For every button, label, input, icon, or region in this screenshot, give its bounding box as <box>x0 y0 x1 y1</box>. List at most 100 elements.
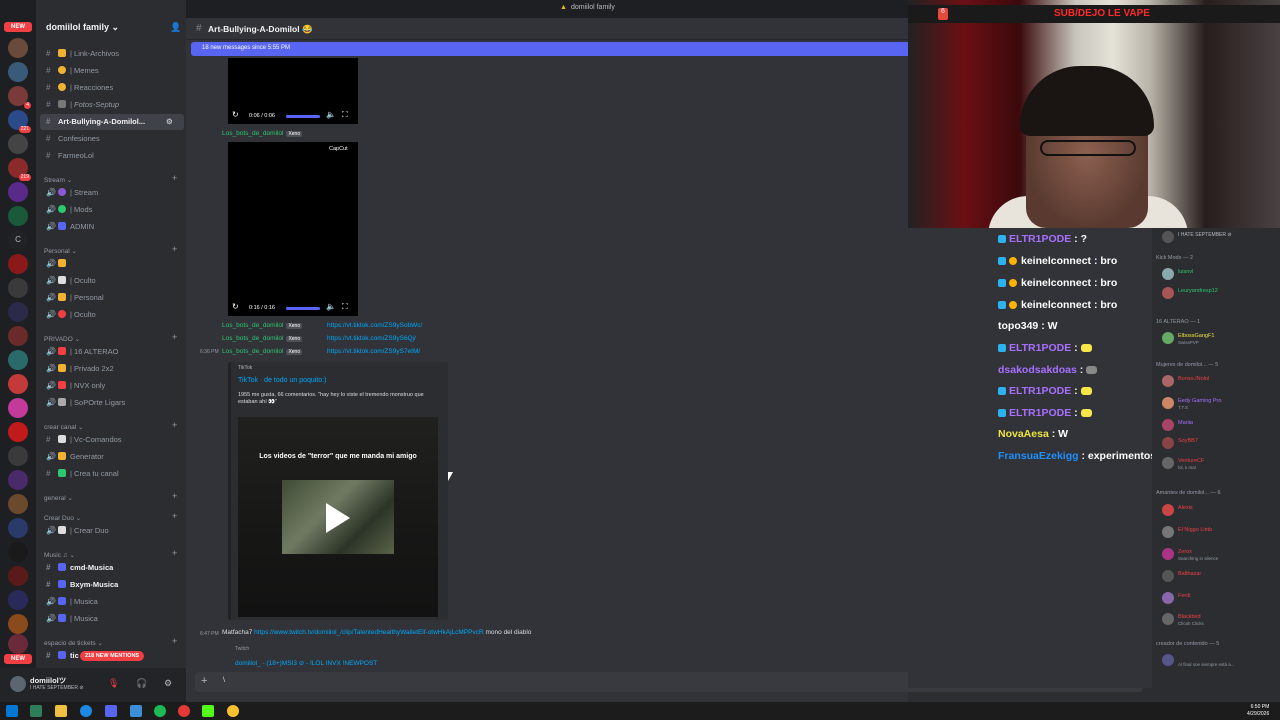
category-general[interactable]: general ⌄ <box>44 494 73 502</box>
member-item[interactable]: Al final soe siempre está a... <box>1162 652 1280 668</box>
server-icon[interactable] <box>8 494 28 514</box>
add-channel-icon[interactable]: + <box>172 244 177 254</box>
voice-generator[interactable]: 🔊 Generator <box>40 449 184 465</box>
member-item[interactable]: ElbossGangF1 SwissPVP <box>1162 330 1280 346</box>
message-link[interactable]: https://vt.tiktok.com/ZS9ySobWc/ <box>327 322 422 329</box>
channel-farmeolol[interactable]: # FarmeoLol <box>40 148 184 164</box>
member-item[interactable]: Ferdi <box>1162 590 1280 606</box>
server-icon[interactable] <box>8 470 28 490</box>
server-icon[interactable] <box>8 182 28 202</box>
member-item[interactable]: Alexis <box>1162 502 1280 518</box>
add-channel-icon[interactable]: + <box>172 491 177 501</box>
embed-title[interactable]: TikTok · de todo un poquito:) <box>238 377 326 384</box>
channel-memes[interactable]: # | Memes <box>40 63 184 79</box>
replay-icon[interactable]: ↻ <box>232 110 239 124</box>
voice-stream[interactable]: 🔊 | Stream <box>40 185 184 201</box>
server-icon[interactable] <box>8 374 28 394</box>
attach-icon[interactable]: + <box>201 675 207 687</box>
spotify-icon[interactable] <box>154 705 166 717</box>
server-icon[interactable] <box>8 134 28 154</box>
voice-personal[interactable]: 🔊 | Personal <box>40 290 184 306</box>
fullscreen-icon[interactable]: ⛶ <box>342 110 348 124</box>
message-author[interactable]: Los_bots_de_domilol Xeno <box>222 348 303 355</box>
member-item[interactable]: VentureCF lol, k mal <box>1162 455 1280 471</box>
server-icon[interactable] <box>8 62 28 82</box>
windows-start-icon[interactable] <box>6 705 18 717</box>
avatar[interactable] <box>10 676 26 692</box>
member-item[interactable]: Blackbird Clicah Clicks <box>1162 611 1280 627</box>
voice-oculto-2[interactable]: 🔊 | Oculto <box>40 307 184 323</box>
add-member-icon[interactable]: 👤 <box>170 22 181 33</box>
voice-16-alterao[interactable]: 🔊 | 16 ALTERAO <box>40 344 184 360</box>
add-channel-icon[interactable]: + <box>172 511 177 521</box>
voice-admin[interactable]: 🔊 ADMIN <box>40 219 184 235</box>
replay-icon[interactable]: ↻ <box>232 302 239 316</box>
member-item[interactable]: SoyBB7 <box>1162 435 1280 451</box>
edge-icon[interactable] <box>80 705 92 717</box>
system-clock[interactable]: 6:50 PM 4/29/2026 <box>1247 704 1269 718</box>
folder-icon[interactable] <box>55 705 67 717</box>
volume-slider[interactable] <box>286 307 320 310</box>
app-icon[interactable] <box>130 705 142 717</box>
voice-personal-1[interactable]: 🔊 <box>40 256 184 272</box>
server-icon[interactable] <box>8 350 28 370</box>
volume-icon[interactable]: 🔈 <box>326 302 336 316</box>
category-privado[interactable]: PRIVADO ⌄ <box>44 335 80 343</box>
voice-mods[interactable]: 🔊 | Mods <box>40 202 184 218</box>
add-channel-icon[interactable]: + <box>172 548 177 558</box>
channel-reacciones[interactable]: # | Reacciones <box>40 80 184 96</box>
app-icon[interactable] <box>30 705 42 717</box>
voice-oculto[interactable]: 🔊 | Oculto <box>40 273 184 289</box>
channel-link-archivos[interactable]: # | Link-Archivos <box>40 46 184 62</box>
volume-slider[interactable] <box>286 115 320 118</box>
channel-settings-icon[interactable]: ⚙ <box>166 114 173 130</box>
member-item[interactable]: Zerox Searching in silence <box>1162 546 1280 562</box>
message-author[interactable]: Matfacha7 <box>222 629 252 636</box>
server-icon[interactable] <box>8 566 28 586</box>
message-input[interactable]: \ <box>223 677 225 684</box>
member-item[interactable]: Leuryandresp12 <box>1162 285 1280 301</box>
server-icon[interactable] <box>8 518 28 538</box>
channel-vc-comandos[interactable]: # | Vc-Comandos <box>40 432 184 448</box>
add-channel-icon[interactable]: + <box>172 173 177 183</box>
member-item[interactable]: Balthazar <box>1162 568 1280 584</box>
server-icon[interactable] <box>8 302 28 322</box>
channel-art-bullying[interactable]: # Art-Bullying-A-Domilol... ⚙ <box>40 114 184 130</box>
server-icon[interactable]: C <box>8 230 28 250</box>
server-icon[interactable] <box>8 206 28 226</box>
server-icon[interactable] <box>8 398 28 418</box>
play-icon[interactable] <box>326 503 350 533</box>
message-author[interactable]: Los_bots_de_domilol Xeno <box>222 322 303 329</box>
server-icon[interactable]: 4 <box>8 86 31 109</box>
server-icon[interactable] <box>8 326 28 346</box>
clip-link[interactable]: https://www.twitch.tv/domiilol_/clip/Tal… <box>254 629 484 636</box>
volume-icon[interactable]: 🔈 <box>326 110 336 124</box>
channel-crea-tu-canal[interactable]: # | Crea tu canal <box>40 466 184 482</box>
voice-musica[interactable]: 🔊 | Musica <box>40 594 184 610</box>
member-item[interactable]: Mariia <box>1162 417 1280 433</box>
add-channel-icon[interactable]: + <box>172 420 177 430</box>
channel-confesiones[interactable]: # Confesiones <box>40 131 184 147</box>
twitch-embed-title[interactable]: domiilol_ - (18+)MSI3 ⊘ - !LOL INVX !NEW… <box>235 659 377 667</box>
message-author[interactable]: Los_bots_de_domilol Xeno <box>222 130 303 137</box>
message-author[interactable]: Los_bots_de_domilol Xeno <box>222 335 303 342</box>
category-crear-canal[interactable]: crear canal ⌄ <box>44 423 83 431</box>
voice-nvx-only[interactable]: 🔊 | NVX only <box>40 378 184 394</box>
server-icon[interactable] <box>8 614 28 634</box>
channel-bxym-musica[interactable]: # Bxym-Musica <box>40 577 184 593</box>
new-messages-bar[interactable]: 18 new messages since 5:55 PM <box>191 42 908 56</box>
embed-thumbnail[interactable]: Los videos de "terror" que me manda mi a… <box>238 417 438 617</box>
channel-fotos[interactable]: # | Fotos-Septup <box>40 97 184 113</box>
fullscreen-icon[interactable]: ⛶ <box>342 302 348 316</box>
server-icon[interactable] <box>8 278 28 298</box>
category-stream[interactable]: Stream ⌄ <box>44 176 72 184</box>
new-mentions-pill[interactable]: 218 NEW MENTIONS <box>80 651 145 661</box>
server-icon[interactable] <box>8 422 28 442</box>
voice-privado-2x2[interactable]: 🔊 | Privado 2x2 <box>40 361 184 377</box>
app-icon[interactable] <box>178 705 190 717</box>
kick-icon[interactable] <box>202 705 214 717</box>
mute-icon[interactable]: 🎙 <box>108 678 119 689</box>
server-icon[interactable] <box>8 634 28 654</box>
video-player[interactable]: ↻ 0:06 / 0:06 🔈 ⛶ <box>228 58 358 124</box>
member-item[interactable]: El Niggo Limb <box>1162 524 1280 540</box>
